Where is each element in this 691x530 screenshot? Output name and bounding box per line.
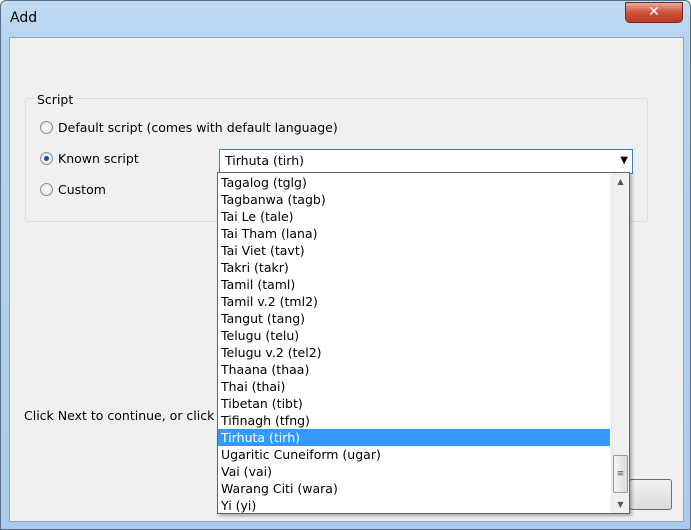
known-script-select[interactable]: Tirhuta (tirh) ▼ [219, 149, 633, 174]
list-item[interactable]: Takri (takr) [218, 259, 610, 276]
list-item[interactable]: Tifinagh (tfng) [218, 412, 610, 429]
list-item[interactable]: Tamil (taml) [218, 276, 610, 293]
list-item[interactable]: Ugaritic Cuneiform (ugar) [218, 446, 610, 463]
list-item[interactable]: Telugu v.2 (tel2) [218, 344, 610, 361]
list-item[interactable]: Tirhuta (tirh) [218, 429, 610, 446]
list-item[interactable]: Tangut (tang) [218, 310, 610, 327]
list-item[interactable]: Yi (yi) [218, 497, 610, 514]
close-icon: ✕ [648, 4, 660, 20]
radio-icon [40, 183, 53, 196]
radio-custom[interactable]: Custom [40, 182, 106, 197]
list-item[interactable]: Tai Le (tale) [218, 208, 610, 225]
list-item[interactable]: Tamil v.2 (tml2) [218, 293, 610, 310]
list-item[interactable]: Warang Citi (wara) [218, 480, 610, 497]
scrollbar[interactable]: ▲ ≡ ▼ [611, 173, 629, 513]
scroll-down-icon[interactable]: ▼ [612, 496, 629, 513]
list-item[interactable]: Thaana (thaa) [218, 361, 610, 378]
list-item[interactable]: Tibetan (tibt) [218, 395, 610, 412]
scroll-thumb[interactable]: ≡ [613, 455, 628, 493]
list-item[interactable]: Vai (vai) [218, 463, 610, 480]
chevron-down-icon: ▼ [620, 155, 628, 166]
next-button[interactable] [629, 479, 672, 510]
instruction-text: Click Next to continue, or click C [24, 408, 228, 423]
window-title: Add [10, 10, 38, 26]
list-item[interactable]: Telugu (telu) [218, 327, 610, 344]
list-item[interactable]: Tai Tham (lana) [218, 225, 610, 242]
list-item[interactable]: Thai (thai) [218, 378, 610, 395]
radio-default-script[interactable]: Default script (comes with default langu… [40, 120, 338, 135]
list-item[interactable]: Tagbanwa (tagb) [218, 191, 610, 208]
select-value: Tirhuta (tirh) [225, 153, 304, 168]
close-button[interactable]: ✕ [625, 2, 683, 23]
radio-icon [40, 152, 53, 165]
list-item[interactable]: Tai Viet (tavt) [218, 242, 610, 259]
script-dropdown-list[interactable]: Tagalog (tglg) Tagbanwa (tagb) Tai Le (tal… [217, 172, 630, 514]
radio-label: Known script [58, 151, 139, 166]
radio-label: Default script (comes with default langu… [58, 120, 338, 135]
list-item[interactable]: Tagalog (tglg) [218, 174, 610, 191]
radio-known-script[interactable]: Known script [40, 151, 139, 166]
scroll-up-icon[interactable]: ▲ [612, 173, 629, 190]
group-label: Script [34, 92, 77, 107]
radio-icon [40, 121, 53, 134]
radio-label: Custom [58, 182, 106, 197]
